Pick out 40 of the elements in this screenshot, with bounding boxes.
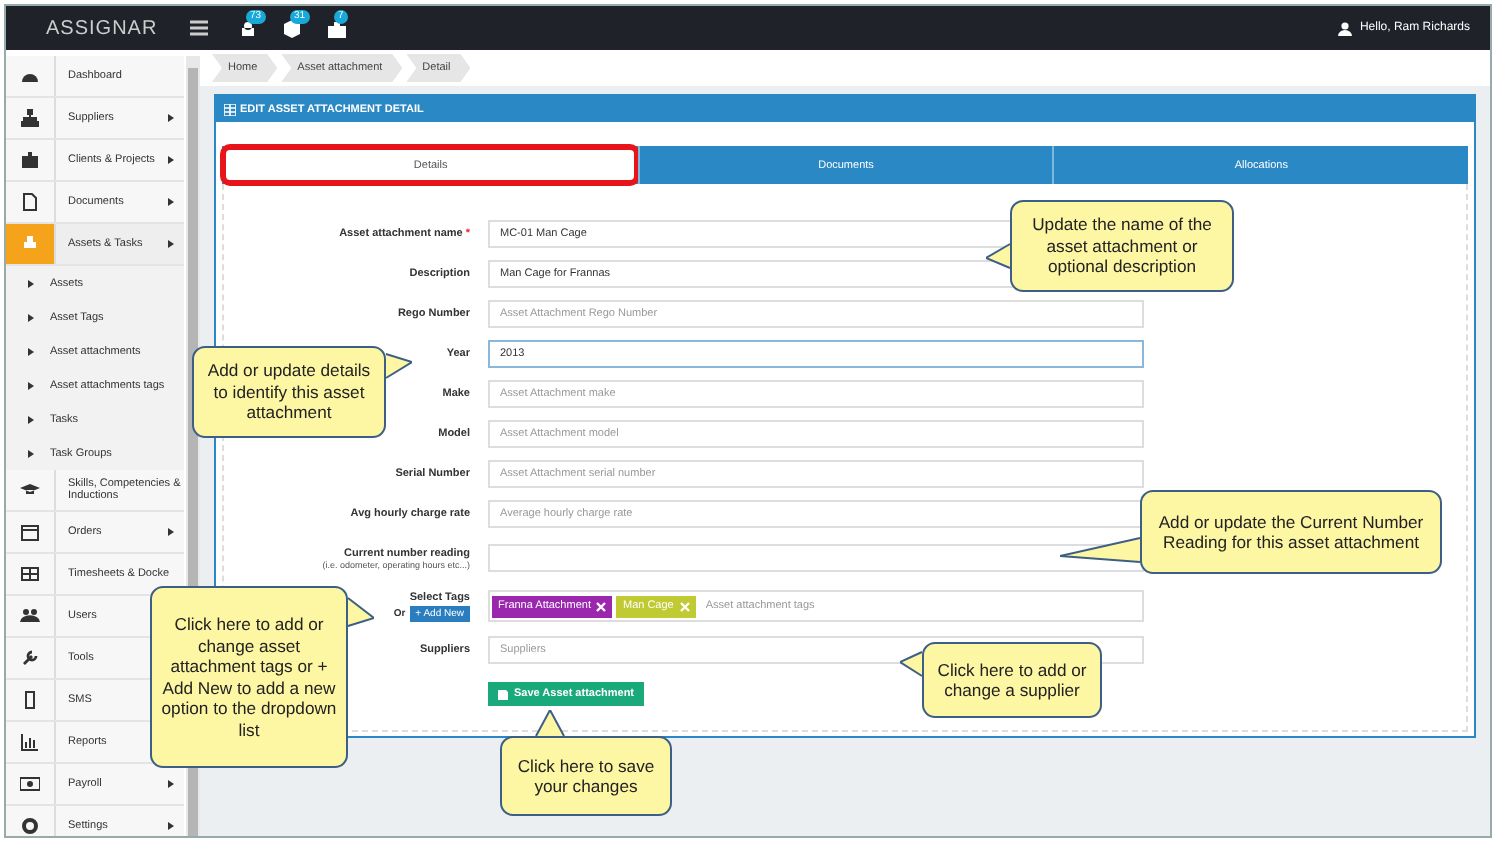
callout-tooltip: Update the name of the asset attachment or optional description xyxy=(986,200,1234,292)
caret-icon xyxy=(168,240,174,248)
caret-icon xyxy=(28,347,34,355)
bar-chart-icon xyxy=(20,732,40,752)
users-icon xyxy=(20,606,40,626)
caret-icon xyxy=(28,415,34,423)
user-icon xyxy=(1337,21,1352,35)
briefcase-icon[interactable] xyxy=(324,16,348,40)
document-icon xyxy=(20,192,40,212)
logo: ASSIGNAR xyxy=(44,17,160,39)
caret-icon xyxy=(168,114,174,122)
callout-tooltip: Click here to add or change a supplier xyxy=(900,642,1102,718)
callout-tooltip: Add or update the Current Number Reading for this asset attachment xyxy=(1060,490,1442,574)
close-icon[interactable] xyxy=(596,601,607,611)
callout-tooltip: Click here to add or change asset attachment tags or + Add New to add a new option to the dropdown list xyxy=(150,586,374,768)
money-icon xyxy=(20,774,40,794)
caret-icon xyxy=(168,780,174,788)
callout-tooltip: Add or update details to identify this asset attachment xyxy=(192,346,412,438)
caret-icon xyxy=(28,313,34,321)
calendar-icon xyxy=(20,522,40,542)
mobile-phone-icon xyxy=(20,690,40,710)
caret-icon xyxy=(168,156,174,164)
gear-icon xyxy=(20,816,40,836)
table-icon xyxy=(20,564,40,584)
caret-icon xyxy=(168,822,174,830)
briefcase-icon xyxy=(20,150,40,170)
cube-icon[interactable] xyxy=(280,16,304,40)
caret-icon xyxy=(28,381,34,389)
wrench-icon xyxy=(20,648,40,668)
caret-icon xyxy=(28,279,34,287)
user-icon[interactable] xyxy=(236,16,260,40)
graduation-cap-icon xyxy=(20,480,40,500)
callout-tooltip: Click here to save your changes xyxy=(500,710,672,816)
sitemap-icon xyxy=(20,108,40,128)
menu-icon[interactable] xyxy=(190,20,208,36)
table-icon xyxy=(224,103,236,115)
caret-icon xyxy=(168,528,174,536)
caret-icon xyxy=(168,198,174,206)
input-field[interactable] xyxy=(488,544,1144,572)
caret-icon xyxy=(28,449,34,457)
